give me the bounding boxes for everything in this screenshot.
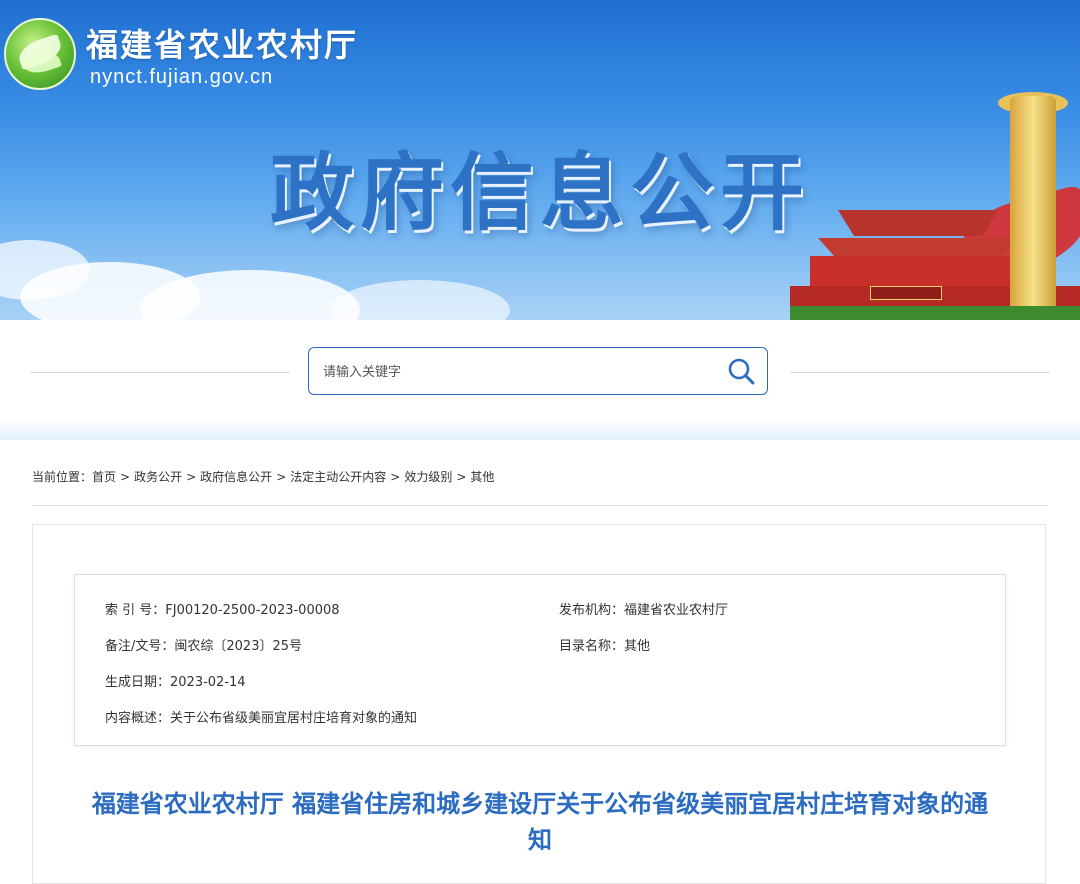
meta-document-number: 备注/文号：闽农综〔2023〕25号 — [105, 635, 302, 654]
site-url: nynct.fujian.gov.cn — [90, 66, 274, 88]
cloud-decoration — [330, 280, 510, 320]
breadcrumb: 当前位置：首页 > 政务公开 > 政府信息公开 > 法定主动公开内容 > 效力级别 > 其他 — [32, 468, 494, 485]
meta-value: 福建省农业农村厅 — [624, 603, 729, 618]
meta-label: 目录名称： — [559, 639, 625, 654]
search-section — [0, 320, 1080, 440]
meta-index-number: 索 引 号：FJ00120-2500-2023-00008 — [105, 599, 340, 618]
meta-catalog: 目录名称：其他 — [559, 635, 650, 654]
article-title: 福建省农业农村厅 福建省住房和城乡建设厅关于公布省级美丽宜居村庄培育对象的通知 — [91, 790, 989, 854]
breadcrumb-separator: > — [186, 470, 197, 484]
search-button[interactable] — [727, 357, 757, 387]
greenery-decoration — [790, 306, 1080, 320]
breadcrumb-separator: > — [120, 470, 131, 484]
meta-label: 索 引 号： — [105, 603, 166, 618]
meta-value: 2023-02-14 — [170, 675, 246, 690]
meta-label: 备注/文号： — [105, 639, 175, 654]
meta-date: 生成日期：2023-02-14 — [105, 671, 246, 690]
breadcrumb-separator: > — [276, 470, 287, 484]
header-banner: 福建省农业农村厅 nynct.fujian.gov.cn 政府信息公开 — [0, 0, 1080, 320]
breadcrumb-item[interactable]: 其他 — [470, 470, 494, 484]
meta-publisher: 发布机构：福建省农业农村厅 — [559, 599, 728, 618]
meta-label: 内容概述： — [105, 711, 171, 726]
divider-line — [790, 372, 1050, 373]
meta-value: 其他 — [624, 639, 651, 654]
breadcrumb-item[interactable]: 效力级别 — [404, 470, 452, 484]
meta-value: FJ00120-2500-2023-00008 — [165, 603, 340, 618]
search-box — [308, 347, 768, 395]
breadcrumb-separator: > — [390, 470, 401, 484]
gate-plaque-decoration — [870, 286, 942, 300]
huabiao-pillar-decoration — [1010, 96, 1056, 320]
gate-roof-decoration — [838, 210, 998, 236]
gate-roof-decoration — [818, 238, 1018, 256]
meta-summary: 内容概述：关于公布省级美丽宜居村庄培育对象的通知 — [105, 707, 417, 726]
meta-label: 发布机构： — [559, 603, 625, 618]
breadcrumb-separator: > — [456, 470, 467, 484]
meta-label: 生成日期： — [105, 675, 171, 690]
leaf-logo-icon[interactable] — [4, 18, 76, 90]
breadcrumb-home[interactable]: 首页 — [92, 470, 116, 484]
search-icon — [728, 358, 755, 385]
site-name[interactable]: 福建省农业农村厅 — [86, 20, 358, 66]
breadcrumb-item[interactable]: 政务公开 — [134, 470, 182, 484]
breadcrumb-divider — [32, 505, 1048, 506]
search-input[interactable] — [321, 358, 705, 386]
document-meta-box: 索 引 号：FJ00120-2500-2023-00008 发布机构：福建省农业… — [74, 574, 1006, 746]
meta-value: 闽农综〔2023〕25号 — [174, 639, 303, 654]
breadcrumb-item[interactable]: 法定主动公开内容 — [290, 470, 386, 484]
breadcrumb-prefix: 当前位置： — [32, 470, 93, 484]
banner-title: 政府信息公开 — [270, 144, 811, 242]
meta-value: 关于公布省级美丽宜居村庄培育对象的通知 — [170, 711, 418, 726]
divider-line — [30, 372, 290, 373]
breadcrumb-item[interactable]: 政府信息公开 — [200, 470, 272, 484]
